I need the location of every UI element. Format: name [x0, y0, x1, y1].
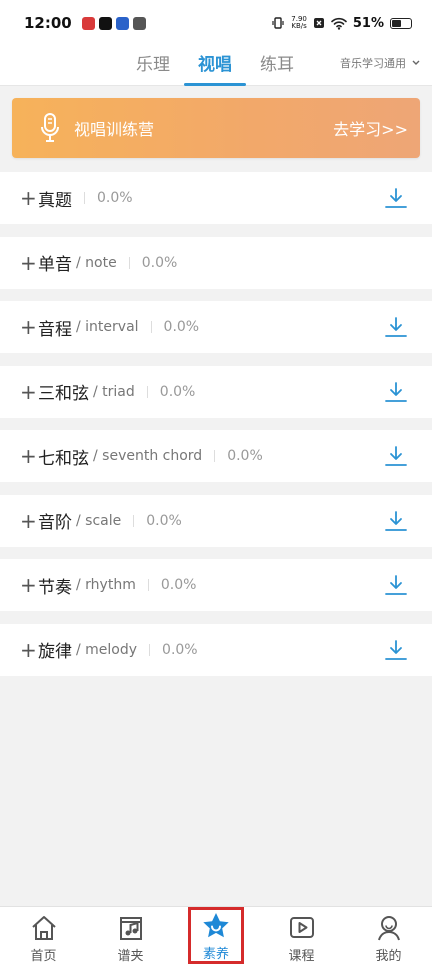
list-item[interactable]: + 音阶 / scale 0.0%	[0, 494, 432, 547]
item-title: 节奏	[38, 577, 72, 598]
scope-selector[interactable]: 音乐学习通用	[340, 55, 420, 71]
bottom-nav-bar: 首页 谱夹 素养 课程 我的	[0, 906, 432, 964]
item-progress: 0.0%	[141, 254, 178, 271]
item-progress: 0.0%	[163, 319, 200, 335]
no-sim-icon	[313, 18, 324, 28]
go-learn-link[interactable]: 去学习>>	[333, 116, 408, 140]
scope-label: 音乐学习通用	[340, 57, 406, 70]
nav-label: 课程	[288, 949, 315, 964]
expand-plus-icon[interactable]: +	[20, 188, 38, 208]
battery-icon	[390, 17, 412, 29]
nav-profile[interactable]: 我的	[345, 907, 432, 964]
home-icon	[31, 916, 56, 940]
divider	[150, 321, 152, 333]
download-icon[interactable]	[384, 509, 408, 533]
nav-label: 谱夹	[117, 949, 144, 964]
microphone-icon	[41, 113, 59, 142]
item-title: 七和弦	[38, 448, 89, 469]
nav-label: 首页	[30, 949, 57, 964]
status-time: 12:00	[24, 14, 72, 32]
nav-home[interactable]: 首页	[0, 907, 87, 964]
divider	[146, 385, 148, 398]
download-icon[interactable]	[384, 380, 408, 404]
item-subtitle: / scale	[76, 512, 122, 529]
nav-score-folder[interactable]: 谱夹	[87, 907, 174, 964]
category-list: + 真题 0.0% + 单音 / note 0.0% + 音程 / interval 0.0% + 三和…	[0, 172, 432, 688]
item-title: 旋律	[38, 642, 72, 662]
expand-plus-icon[interactable]: +	[20, 317, 38, 337]
list-item[interactable]: + 真题 0.0%	[0, 172, 432, 224]
item-subtitle: / rhythm	[76, 577, 136, 593]
download-icon[interactable]	[384, 638, 408, 662]
divider	[128, 256, 130, 269]
item-subtitle: / note	[76, 254, 117, 271]
status-bar: 12:00 7.90 KB/s 51%	[0, 0, 432, 46]
item-progress: 0.0%	[159, 383, 196, 400]
expand-plus-icon[interactable]: +	[20, 640, 38, 660]
notification-app-icon	[132, 16, 146, 30]
item-subtitle: / triad	[93, 383, 135, 400]
divider	[84, 192, 85, 204]
expand-plus-icon[interactable]: +	[20, 382, 38, 402]
tab-sight-singing[interactable]: 视唱	[184, 50, 246, 86]
expand-plus-icon[interactable]: +	[20, 253, 38, 273]
tab-ear-training[interactable]: 练耳	[246, 50, 308, 85]
tiktok-icon	[98, 16, 112, 30]
item-progress: 0.0%	[160, 577, 197, 593]
nav-label: 我的	[375, 949, 402, 964]
item-progress: 0.0%	[227, 448, 263, 464]
notification-app-icon	[81, 16, 95, 30]
nav-courses[interactable]: 课程	[258, 907, 345, 964]
nav-label: 素养	[202, 947, 229, 962]
divider	[149, 643, 151, 656]
list-item[interactable]: + 旋律 / melody 0.0%	[0, 623, 432, 676]
divider	[147, 579, 149, 591]
wifi-icon	[331, 17, 347, 30]
network-speed-unit: KB/s	[291, 22, 307, 30]
item-title: 真题	[38, 190, 72, 211]
item-progress: 0.0%	[97, 190, 133, 206]
expand-plus-icon[interactable]: +	[20, 575, 38, 595]
list-item[interactable]: + 节奏 / rhythm 0.0%	[0, 559, 432, 611]
download-icon[interactable]	[384, 315, 408, 339]
profile-icon	[377, 916, 400, 941]
item-title: 音阶	[38, 513, 72, 533]
chevron-down-icon	[412, 60, 420, 65]
expand-plus-icon[interactable]: +	[20, 446, 38, 466]
tab-music-theory[interactable]: 乐理	[122, 50, 184, 85]
item-progress: 0.0%	[162, 641, 198, 658]
list-item[interactable]: + 三和弦 / triad 0.0%	[0, 365, 432, 418]
video-course-icon	[289, 917, 314, 938]
divider	[133, 514, 135, 527]
sight-singing-camp-banner[interactable]: 视唱训练营 去学习>>	[12, 98, 420, 158]
download-icon[interactable]	[384, 186, 408, 210]
item-title: 音程	[38, 319, 72, 340]
banner-title: 视唱训练营	[74, 120, 155, 139]
battery-percent: 51%	[352, 15, 384, 31]
item-subtitle: / melody	[76, 641, 138, 658]
download-icon[interactable]	[384, 444, 408, 468]
vibrate-icon	[272, 17, 284, 29]
divider	[214, 450, 216, 462]
item-subtitle: / seventh chord	[93, 448, 203, 464]
download-icon[interactable]	[384, 573, 408, 597]
item-subtitle: / interval	[76, 319, 139, 335]
item-title: 单音	[38, 255, 72, 275]
star-icon	[203, 913, 229, 938]
network-speed: 7.90 KB/s	[291, 16, 307, 30]
list-item[interactable]: + 七和弦 / seventh chord 0.0%	[0, 430, 432, 482]
item-title: 三和弦	[38, 384, 89, 404]
list-item[interactable]: + 音程 / interval 0.0%	[0, 301, 432, 353]
score-folder-icon	[119, 917, 142, 940]
top-tab-bar: 乐理 视唱 练耳 音乐学习通用	[0, 46, 432, 86]
notification-app-icon	[115, 16, 129, 30]
list-item[interactable]: + 单音 / note 0.0%	[0, 236, 432, 289]
nav-literacy[interactable]: 素养	[188, 907, 244, 964]
expand-plus-icon[interactable]: +	[20, 511, 38, 531]
item-progress: 0.0%	[146, 512, 182, 529]
